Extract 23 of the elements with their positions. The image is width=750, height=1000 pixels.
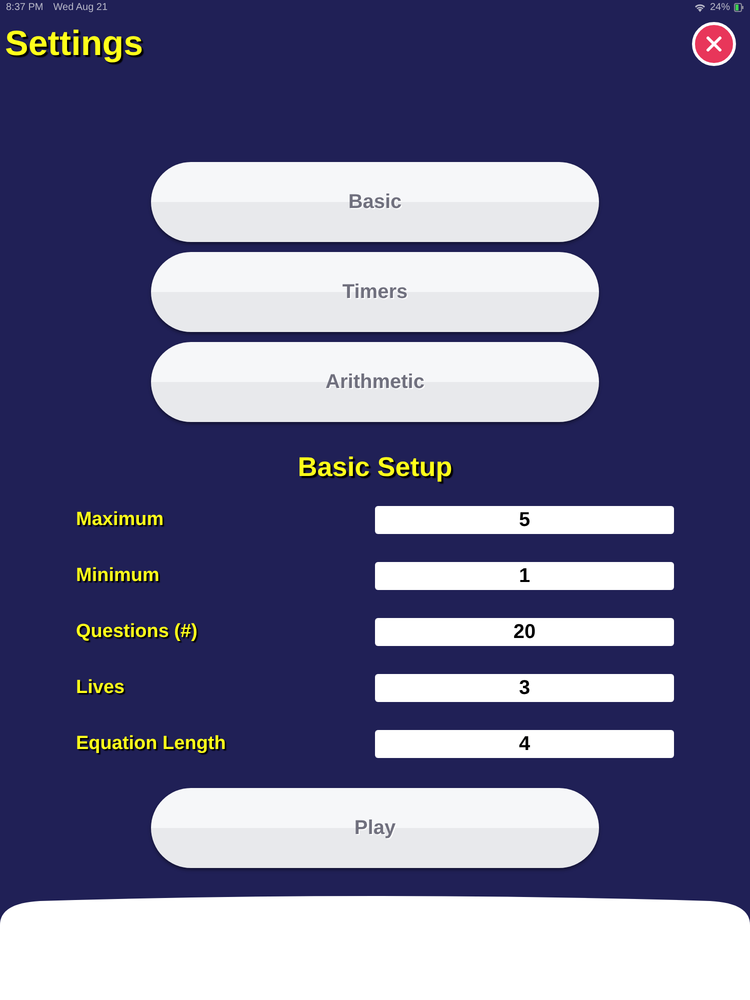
status-time: 8:37 PM — [6, 2, 44, 12]
close-icon — [705, 35, 723, 53]
menu-button[interactable]: Arithmetic — [151, 342, 599, 422]
input-field[interactable]: 1 — [375, 562, 674, 590]
field-label: Questions (#) — [76, 621, 198, 643]
menu-button[interactable]: Timers — [151, 252, 599, 332]
input-field[interactable]: 20 — [375, 618, 674, 646]
field-label: Equation Length — [76, 733, 226, 755]
field-label: Lives — [76, 677, 125, 699]
wifi-icon — [694, 2, 706, 12]
section-title: Basic Setup — [296, 452, 454, 483]
input-field[interactable]: 4 — [375, 730, 674, 758]
menu-button[interactable]: Basic — [151, 162, 599, 242]
battery-percent: 24% — [710, 2, 730, 12]
field-label: Minimum — [76, 565, 160, 587]
input-field[interactable]: 3 — [375, 674, 674, 702]
battery-icon — [734, 2, 744, 12]
status-date: Wed Aug 21 — [53, 2, 108, 12]
input-field[interactable]: 5 — [375, 506, 674, 534]
close-button[interactable] — [692, 22, 736, 66]
play-button[interactable]: Play — [151, 788, 599, 868]
page-title: Settings — [5, 24, 144, 64]
field-label: Maximum — [76, 509, 164, 531]
